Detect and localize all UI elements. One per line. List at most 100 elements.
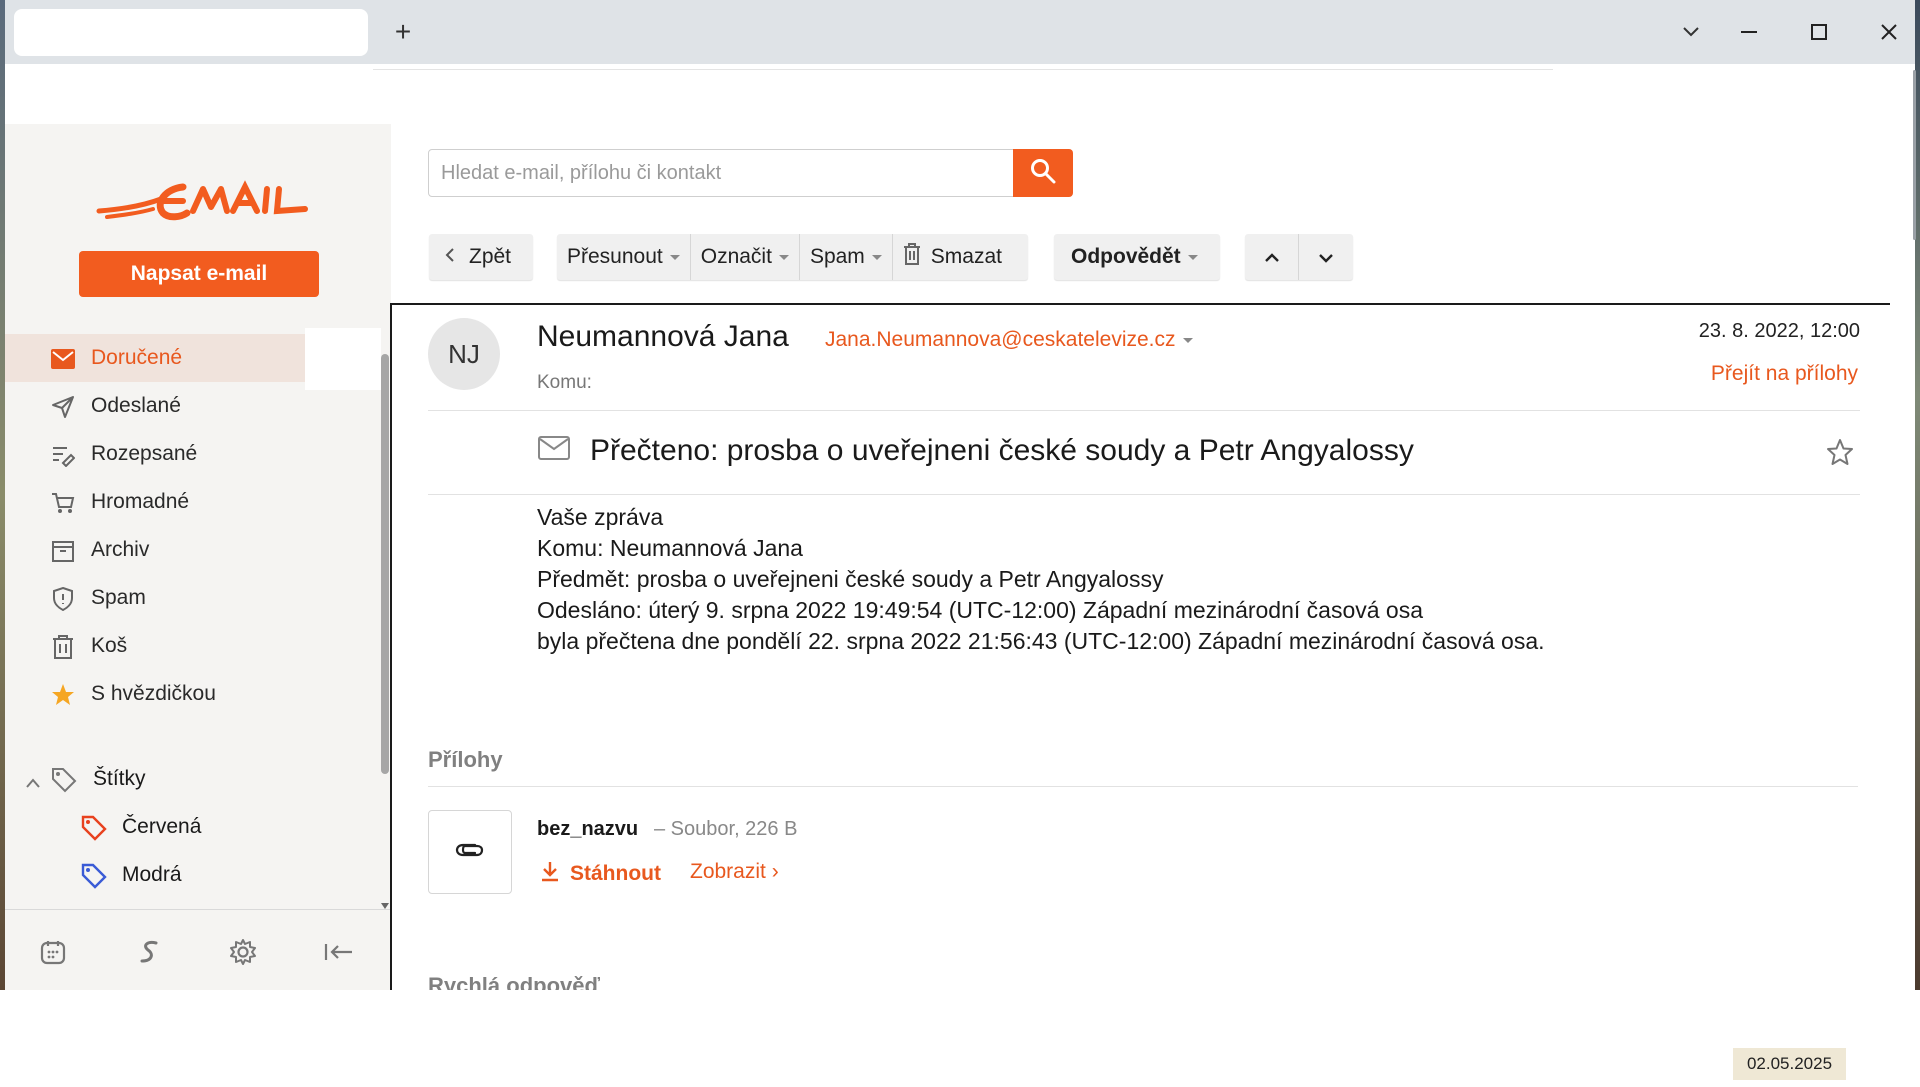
folder-label: Koš [91,634,128,657]
action-button-group: Přesunout Označit Spam Smazat [557,234,1028,280]
body-line: Vaše zpráva [537,504,664,530]
label-blue[interactable]: Modrá [5,851,305,899]
trash-icon [903,243,921,271]
delete-label: Smazat [930,245,1002,268]
send-icon [51,395,75,419]
calendar-icon[interactable] [37,936,69,968]
spam-label: Spam [809,245,865,268]
reply-label: Odpovědět [1071,245,1181,268]
search-button[interactable] [1013,149,1073,197]
goto-attachments-link[interactable]: Přejít na přílohy [1711,362,1858,386]
back-label: Zpět [469,245,512,268]
browser-tab-strip: + [5,0,1915,64]
email-logo[interactable] [95,169,310,234]
envelope-icon [51,347,75,371]
star-icon [51,683,75,707]
chevron-up-icon [25,771,41,795]
labels-section-toggle[interactable]: Štítky [5,755,305,803]
sidebar: Napsat e-mail Doručené Odeslané Rozepsan… [5,124,391,990]
paperclip-icon [455,841,485,864]
divider [373,69,1553,70]
folder-list: Doručené Odeslané Rozepsané Hromadné Arc… [5,334,305,718]
body-line: Odesláno: úterý 9. srpna 2022 19:49:54 (… [537,597,1424,623]
draft-icon [51,443,75,467]
avatar: NJ [428,318,500,390]
folder-archive[interactable]: Archiv [5,526,305,574]
body-line: byla přečtena dne pondělí 22. srpna 2022… [537,628,1545,654]
new-tab-button[interactable]: + [385,14,421,50]
divider [428,786,1858,787]
spam-button[interactable]: Spam [800,234,892,280]
tag-icon [51,767,77,799]
sidebar-scrollbar[interactable] [381,354,389,774]
attachment-thumbnail[interactable] [428,810,512,894]
folder-drafts[interactable]: Rozepsané [5,430,305,478]
trash-icon [51,635,75,659]
labels-title: Štítky [93,767,146,790]
gear-icon[interactable] [227,936,259,968]
search-icon [1030,158,1056,189]
folder-bulk[interactable]: Hromadné [5,478,305,526]
view-link[interactable]: Zobrazit › [690,860,779,884]
envelope-outline-icon [538,436,570,464]
search-input[interactable] [428,149,1014,197]
folder-starred[interactable]: S hvězdičkou [5,670,305,718]
chevron-up-icon [1264,245,1280,269]
attachment-name: bez_nazvu [537,818,639,840]
sender-email-text: Jana.Neumannova@ceskatelevize.cz [825,328,1176,351]
download-label: Stáhnout [570,862,661,885]
scroll-down-arrow-icon[interactable] [381,896,389,914]
star-outline-icon[interactable] [1826,438,1856,468]
page-scrollbar[interactable] [1913,70,1916,240]
message-body: Vaše zpráva Komu: Neumannová Jana Předmě… [537,502,1545,657]
body-line: Předmět: prosba o uveřejneni české soudy… [537,566,1164,592]
folder-label: Hromadné [91,490,190,513]
mark-button[interactable]: Označit [691,234,799,280]
attachments-title: Přílohy [428,747,503,772]
caret-down-icon [1187,254,1198,260]
sender-email-dropdown[interactable]: Jana.Neumannova@ceskatelevize.cz [825,328,1193,352]
caret-down-icon [1182,337,1193,343]
next-message-button[interactable] [1299,234,1352,280]
divider [428,410,1860,411]
active-folder-highlight [305,328,381,390]
chevron-down-icon [1318,245,1334,269]
folder-label: Spam [91,586,146,609]
close-icon[interactable] [1867,14,1911,50]
tag-red-icon [81,815,107,847]
quick-reply-label: Rychlá odpověď [428,973,601,990]
back-button[interactable]: Zpět [429,234,533,280]
cart-icon [51,491,75,515]
collapse-sidebar-icon[interactable] [323,936,355,968]
delete-button[interactable]: Smazat [893,234,1012,280]
reply-button[interactable]: Odpovědět [1054,234,1220,280]
caret-down-icon [669,254,680,260]
folder-label: S hvězdičkou [91,682,216,705]
maximize-icon[interactable] [1797,14,1841,50]
page-top-bar [5,64,1915,124]
previous-message-button[interactable] [1245,234,1298,280]
compose-button[interactable]: Napsat e-mail [79,251,319,297]
folder-label: Rozepsané [91,442,198,465]
s-logo-icon[interactable] [133,936,165,968]
minimize-icon[interactable] [1727,14,1771,50]
folder-trash[interactable]: Koš [5,622,305,670]
label-red[interactable]: Červená [5,803,305,851]
folder-label: Archiv [91,538,150,561]
tag-blue-icon [81,863,107,895]
browser-tab[interactable] [14,9,368,56]
message-date: 23. 8. 2022, 12:00 [1698,320,1860,342]
folder-inbox[interactable]: Doručené [5,334,305,382]
sender-name: Neumannová Jana [537,320,789,353]
folder-label: Doručené [91,346,183,369]
download-link[interactable]: Stáhnout [540,860,661,888]
tab-list-chevron-icon[interactable] [1669,14,1713,50]
move-button[interactable]: Přesunout [557,234,690,280]
attachment-meta: – Soubor, 226 B [654,818,798,840]
download-icon [540,860,560,888]
folder-spam[interactable]: Spam [5,574,305,622]
label-name: Modrá [122,863,182,886]
caret-down-icon [778,254,789,260]
quick-reply-title: Rychlá odpověď [428,970,600,990]
folder-sent[interactable]: Odeslané [5,382,305,430]
